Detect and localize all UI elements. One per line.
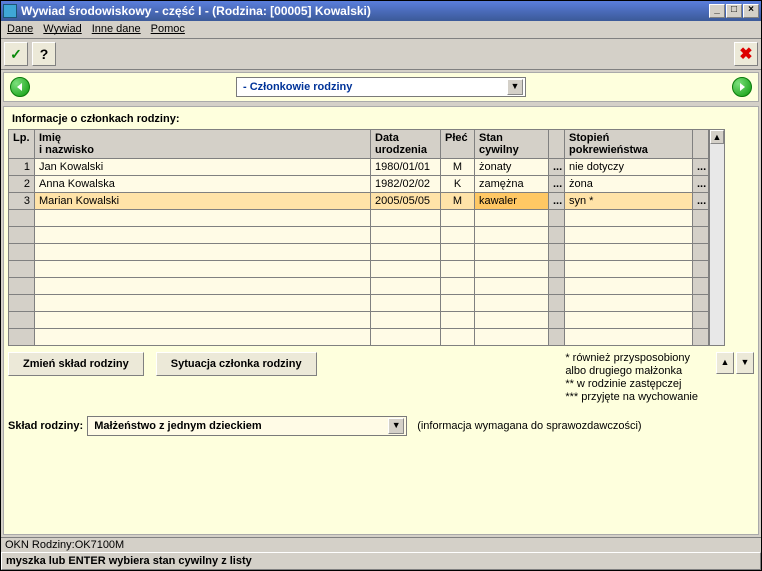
col-lp[interactable]: Lp.: [9, 130, 35, 159]
footnote-3: ** w rodzinie zastępczej: [565, 378, 698, 391]
form-id: OKN Rodziny:OK7100M: [5, 539, 124, 551]
table-row-empty: [9, 227, 709, 244]
cell-sex[interactable]: M: [441, 159, 475, 176]
close-icon: ✖: [739, 44, 752, 64]
buttons-row: Zmień skład rodziny Sytuacja członka rod…: [8, 352, 754, 404]
check-icon: ✓: [10, 46, 22, 63]
member-situation-button[interactable]: Sytuacja członka rodziny: [156, 352, 317, 376]
cell-name[interactable]: Jan Kowalski: [35, 159, 371, 176]
nav-row: - Członkowie rodziny ▼: [3, 72, 759, 102]
table-row[interactable]: 2 Anna Kowalska 1982/02/02 K zamężna ...…: [9, 176, 709, 193]
window-title: Wywiad środowiskowy - część I - (Rodzina…: [21, 4, 709, 18]
table-row-empty: [9, 312, 709, 329]
prev-section-button[interactable]: [10, 77, 30, 97]
menu-dane[interactable]: Dane: [7, 23, 33, 36]
move-down-button[interactable]: ▼: [736, 352, 754, 374]
marital-picker-button[interactable]: ...: [549, 193, 565, 210]
titlebar: Wywiad środowiskowy - część I - (Rodzina…: [1, 1, 761, 21]
next-section-button[interactable]: [732, 77, 752, 97]
toolbar: ✓ ? ✖: [1, 39, 761, 70]
cell-lp: 2: [9, 176, 35, 193]
cell-dob[interactable]: 2005/05/05: [371, 193, 441, 210]
menu-pomoc[interactable]: Pomoc: [151, 23, 185, 36]
marital-picker-button[interactable]: ...: [549, 159, 565, 176]
chevron-down-icon: ▼: [388, 418, 404, 434]
move-up-button[interactable]: ▲: [716, 352, 734, 374]
kinship-picker-button[interactable]: ...: [693, 193, 709, 210]
cell-sex[interactable]: K: [441, 176, 475, 193]
footnotes: * również przysposobiony albo drugiego m…: [565, 352, 698, 404]
cell-name[interactable]: Marian Kowalski: [35, 193, 371, 210]
marital-picker-button[interactable]: ...: [549, 176, 565, 193]
cell-kinship[interactable]: nie dotyczy: [565, 159, 693, 176]
col-sex[interactable]: Płeć: [441, 130, 475, 159]
section-select[interactable]: - Członkowie rodziny ▼: [236, 77, 526, 97]
menu-inne-dane[interactable]: Inne dane: [92, 23, 141, 36]
cell-marital[interactable]: zamężna: [475, 176, 549, 193]
close-window-button[interactable]: ×: [743, 4, 759, 18]
col-kinship-picker: [693, 130, 709, 159]
family-table: Lp. Imięi nazwisko Dataurodzenia Płeć St…: [8, 129, 709, 346]
cell-kinship[interactable]: żona: [565, 176, 693, 193]
table-row-empty: [9, 244, 709, 261]
table-row-empty: [9, 329, 709, 346]
footnote-2: albo drugiego małżonka: [565, 365, 698, 378]
table-row[interactable]: 1 Jan Kowalski 1980/01/01 M żonaty ... n…: [9, 159, 709, 176]
table-row-empty: [9, 278, 709, 295]
sklad-row: Skład rodziny: Małżeństwo z jednym dziec…: [8, 416, 754, 436]
sklad-select[interactable]: Małżeństwo z jednym dzieckiem ▼: [87, 416, 407, 436]
table-row-empty: [9, 210, 709, 227]
change-family-button[interactable]: Zmień skład rodziny: [8, 352, 144, 376]
section-title: Informacje o członkach rodziny:: [12, 113, 754, 125]
menubar: Dane Wywiad Inne dane Pomoc: [1, 21, 761, 39]
arrow-right-icon: [737, 82, 747, 92]
status-text: myszka lub ENTER wybiera stan cywilny z …: [6, 555, 252, 567]
help-button[interactable]: ?: [32, 42, 56, 66]
section-select-value: - Członkowie rodziny: [243, 81, 352, 93]
row-reorder: ▲ ▼: [716, 352, 754, 374]
table-row-empty: [9, 261, 709, 278]
close-button[interactable]: ✖: [734, 42, 758, 66]
scroll-up-button[interactable]: ▲: [710, 130, 724, 144]
grid-wrap: Lp. Imięi nazwisko Dataurodzenia Płeć St…: [8, 129, 754, 346]
cell-marital[interactable]: kawaler: [475, 193, 549, 210]
table-row[interactable]: 3 Marian Kowalski 2005/05/05 M kawaler .…: [9, 193, 709, 210]
help-icon: ?: [40, 46, 49, 62]
cell-dob[interactable]: 1980/01/01: [371, 159, 441, 176]
sklad-hint: (informacja wymagana do sprawozdawczości…: [417, 420, 641, 432]
arrow-left-icon: [15, 82, 25, 92]
col-name[interactable]: Imięi nazwisko: [35, 130, 371, 159]
cell-lp: 3: [9, 193, 35, 210]
cell-marital[interactable]: żonaty: [475, 159, 549, 176]
app-icon: [3, 4, 17, 18]
footer: OKN Rodziny:OK7100M: [1, 537, 761, 552]
cell-sex[interactable]: M: [441, 193, 475, 210]
kinship-picker-button[interactable]: ...: [693, 176, 709, 193]
col-marital[interactable]: Stancywilny: [475, 130, 549, 159]
sklad-label: Skład rodziny:: [8, 420, 83, 432]
sklad-value: Małżeństwo z jednym dzieckiem: [94, 420, 262, 432]
statusbar: myszka lub ENTER wybiera stan cywilny z …: [1, 552, 761, 570]
footnote-1: * również przysposobiony: [565, 352, 698, 365]
menu-wywiad[interactable]: Wywiad: [43, 23, 81, 36]
table-row-empty: [9, 295, 709, 312]
cell-name[interactable]: Anna Kowalska: [35, 176, 371, 193]
minimize-button[interactable]: _: [709, 4, 725, 18]
chevron-down-icon: ▼: [507, 79, 523, 95]
cell-kinship[interactable]: syn *: [565, 193, 693, 210]
footnote-4: *** przyjęte na wychowanie: [565, 391, 698, 404]
maximize-button[interactable]: □: [726, 4, 742, 18]
main-panel: Informacje o członkach rodziny: Lp. Imię…: [3, 106, 759, 535]
col-kinship[interactable]: Stopieńpokrewieństwa: [565, 130, 693, 159]
kinship-picker-button[interactable]: ...: [693, 159, 709, 176]
vertical-scrollbar[interactable]: ▲: [709, 129, 725, 346]
col-marital-picker: [549, 130, 565, 159]
cell-lp: 1: [9, 159, 35, 176]
cell-dob[interactable]: 1982/02/02: [371, 176, 441, 193]
col-dob[interactable]: Dataurodzenia: [371, 130, 441, 159]
ok-button[interactable]: ✓: [4, 42, 28, 66]
